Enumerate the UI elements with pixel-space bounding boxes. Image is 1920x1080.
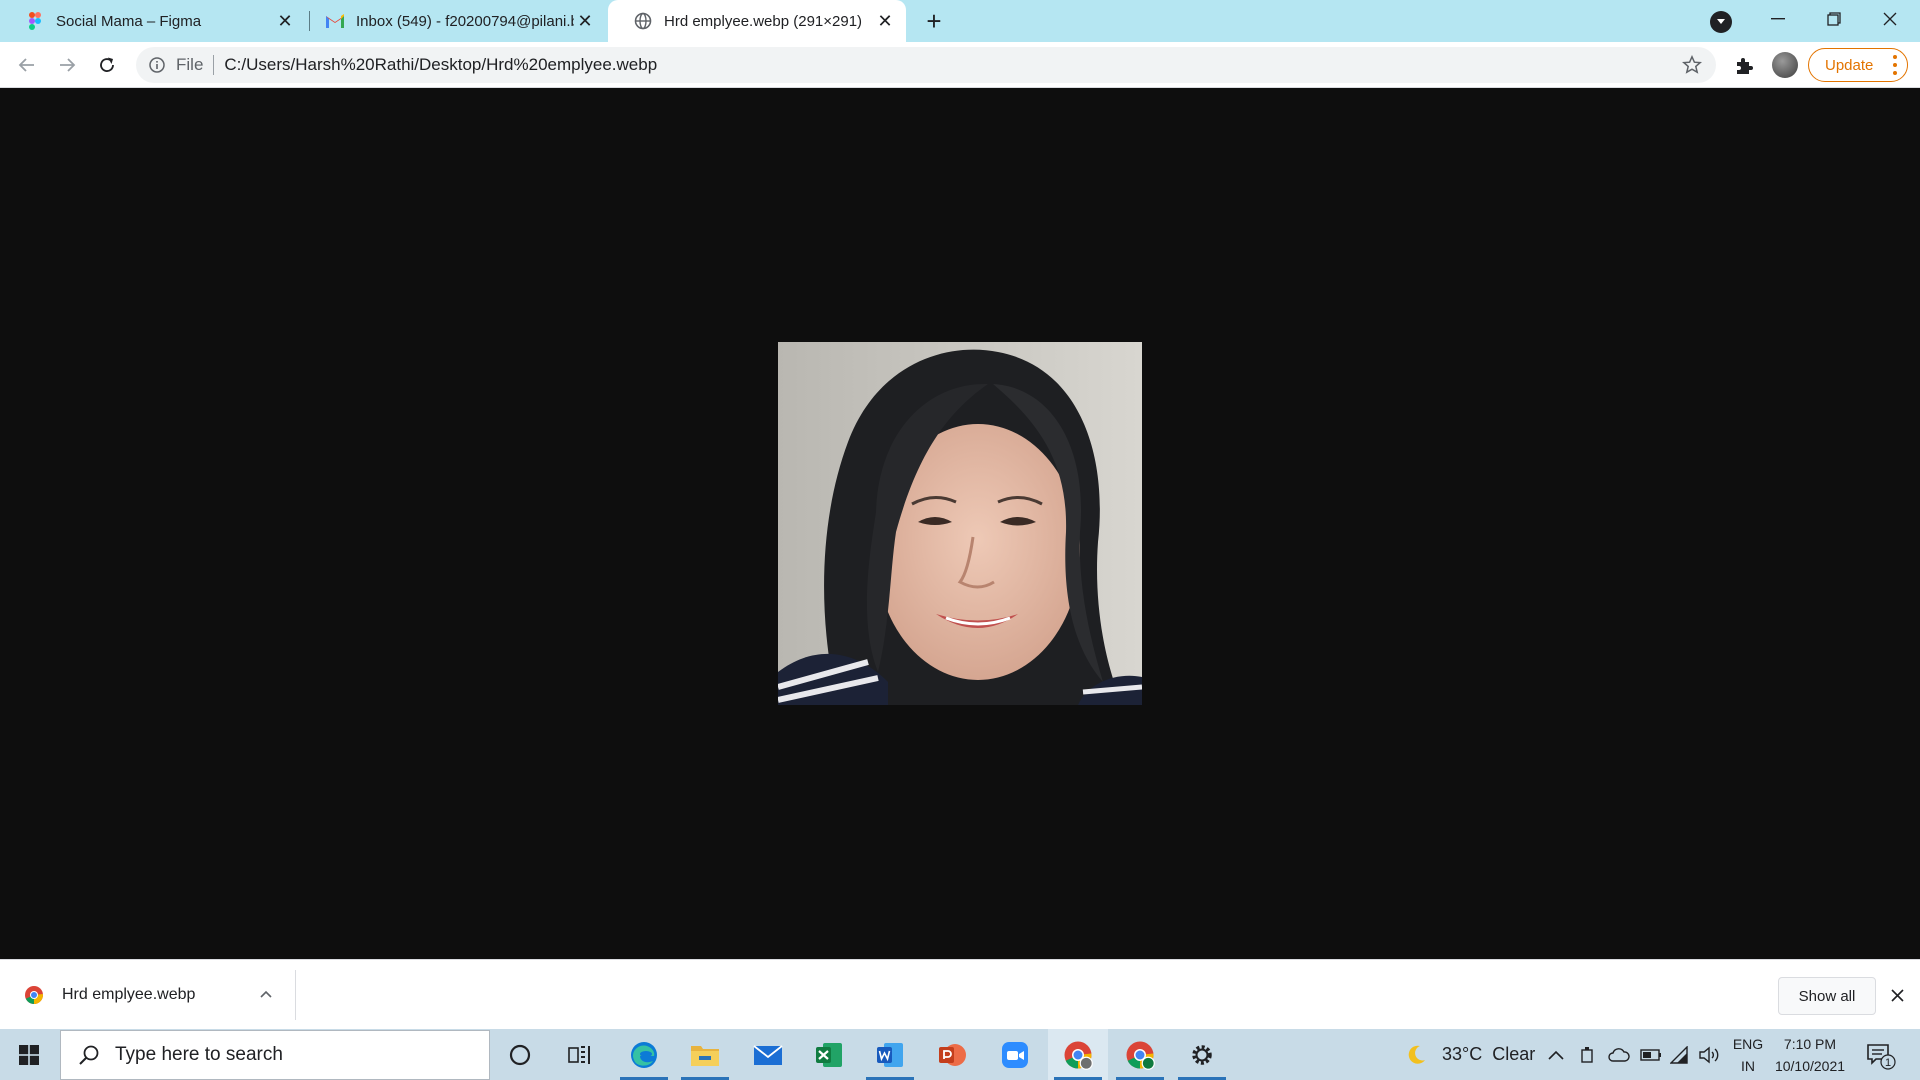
weather-widget[interactable]: 33°C Clear xyxy=(1404,1029,1535,1080)
volume-icon[interactable] xyxy=(1698,1029,1720,1080)
clock-date: 10/10/2021 xyxy=(1774,1058,1846,1074)
onedrive-cloud-icon[interactable] xyxy=(1608,1029,1630,1080)
forward-arrow-icon xyxy=(60,58,76,72)
browser-toolbar: File C:/Users/Harsh%20Rathi/Desktop/Hrd%… xyxy=(0,42,1920,88)
meet-now-icon[interactable] xyxy=(1580,1029,1596,1080)
task-view-icon[interactable] xyxy=(550,1029,610,1080)
gmail-icon xyxy=(326,12,344,30)
show-hidden-icons-chevron-icon[interactable] xyxy=(1548,1029,1564,1080)
profile-avatar[interactable] xyxy=(1772,52,1798,78)
language-code: ENG xyxy=(1732,1036,1764,1052)
search-icon xyxy=(79,1045,99,1065)
url-text[interactable]: C:/Users/Harsh%20Rathi/Desktop/Hrd%20emp… xyxy=(224,55,657,75)
close-window-icon[interactable] xyxy=(1862,0,1918,38)
reload-button[interactable] xyxy=(90,48,124,82)
chevron-up-icon[interactable] xyxy=(256,984,276,1004)
portrait-image xyxy=(778,342,1142,705)
windows-logo-icon xyxy=(19,1044,39,1065)
new-tab-button[interactable]: + xyxy=(918,6,950,36)
wifi-icon[interactable] xyxy=(1670,1029,1690,1080)
back-button[interactable] xyxy=(10,48,44,82)
start-button[interactable] xyxy=(0,1029,58,1080)
cortana-icon[interactable] xyxy=(490,1029,550,1080)
chrome-file-icon xyxy=(25,986,43,1005)
close-icon[interactable]: ✕ xyxy=(874,10,896,32)
weather-temp: 33°C xyxy=(1442,1044,1483,1064)
tab-title: Inbox (549) - f20200794@pilani.b xyxy=(356,12,574,30)
tab-strip: Social Mama – Figma ✕ Inbox (549) - f202… xyxy=(0,0,1920,42)
moon-icon xyxy=(1408,1045,1425,1064)
back-arrow-icon xyxy=(18,58,34,72)
windows-taskbar: Type here to search 33°C Clear ENG IN 7:… xyxy=(0,1029,1920,1080)
notification-count: 1 xyxy=(1885,1057,1891,1069)
download-filename: Hrd emplyee.webp xyxy=(62,986,196,1003)
info-icon[interactable] xyxy=(148,56,166,74)
bookmark-star-icon[interactable] xyxy=(1682,55,1702,75)
close-icon[interactable]: ✕ xyxy=(574,10,596,32)
tab-figma[interactable]: Social Mama – Figma ✕ xyxy=(0,0,306,42)
figma-icon xyxy=(26,12,44,30)
excel-icon[interactable] xyxy=(799,1029,859,1080)
address-bar[interactable]: File C:/Users/Harsh%20Rathi/Desktop/Hrd%… xyxy=(136,47,1716,83)
region-code: IN xyxy=(1741,1058,1755,1074)
settings-icon[interactable] xyxy=(1172,1029,1232,1080)
close-shelf-icon[interactable] xyxy=(1886,984,1908,1006)
forward-button[interactable] xyxy=(50,48,84,82)
input-language[interactable]: ENG IN xyxy=(1730,1033,1766,1077)
download-shelf: Hrd emplyee.webp Show all xyxy=(0,959,1920,1029)
chrome-profile-icon[interactable] xyxy=(1110,1029,1170,1080)
word-icon[interactable] xyxy=(860,1029,920,1080)
search-placeholder: Type here to search xyxy=(115,1044,283,1065)
zoom-icon[interactable] xyxy=(985,1029,1045,1080)
tab-search-icon[interactable] xyxy=(1710,11,1732,33)
system-clock[interactable]: 7:10 PM 10/10/2021 xyxy=(1770,1033,1850,1077)
close-icon[interactable]: ✕ xyxy=(274,10,296,32)
extensions-puzzle-icon[interactable] xyxy=(1734,54,1756,76)
weather-condition: Clear xyxy=(1492,1044,1536,1064)
restore-icon[interactable] xyxy=(1806,0,1862,38)
update-button[interactable]: Update xyxy=(1808,48,1908,82)
download-item[interactable]: Hrd emplyee.webp xyxy=(0,960,296,1030)
taskbar-search-input[interactable]: Type here to search xyxy=(60,1030,490,1080)
tab-title: Social Mama – Figma xyxy=(56,12,202,30)
tab-image-viewer[interactable]: Hrd emplyee.webp (291×291) ✕ xyxy=(608,0,906,42)
clock-time: 7:10 PM xyxy=(1783,1036,1837,1052)
show-all-button[interactable]: Show all xyxy=(1778,977,1876,1015)
scheme-divider xyxy=(213,55,215,75)
more-vert-icon xyxy=(1893,55,1897,75)
reload-icon xyxy=(100,57,114,72)
update-label: Update xyxy=(1825,56,1874,74)
employee-photo[interactable] xyxy=(778,342,1142,705)
tab-gmail[interactable]: Inbox (549) - f20200794@pilani.b ✕ xyxy=(300,0,606,42)
scheme-label: File xyxy=(176,55,204,74)
globe-icon xyxy=(634,12,652,30)
mail-icon[interactable] xyxy=(738,1029,798,1080)
chrome-icon[interactable] xyxy=(1048,1029,1108,1080)
powerpoint-icon[interactable] xyxy=(922,1029,982,1080)
edge-icon[interactable] xyxy=(614,1029,674,1080)
battery-icon[interactable] xyxy=(1640,1029,1662,1080)
image-viewer-area xyxy=(0,89,1920,959)
tab-title: Hrd emplyee.webp (291×291) xyxy=(664,12,863,30)
shelf-divider xyxy=(295,970,296,1020)
file-explorer-icon[interactable] xyxy=(675,1029,735,1080)
minimize-icon[interactable] xyxy=(1750,0,1806,38)
notification-center-icon[interactable]: 1 xyxy=(1864,1039,1896,1071)
